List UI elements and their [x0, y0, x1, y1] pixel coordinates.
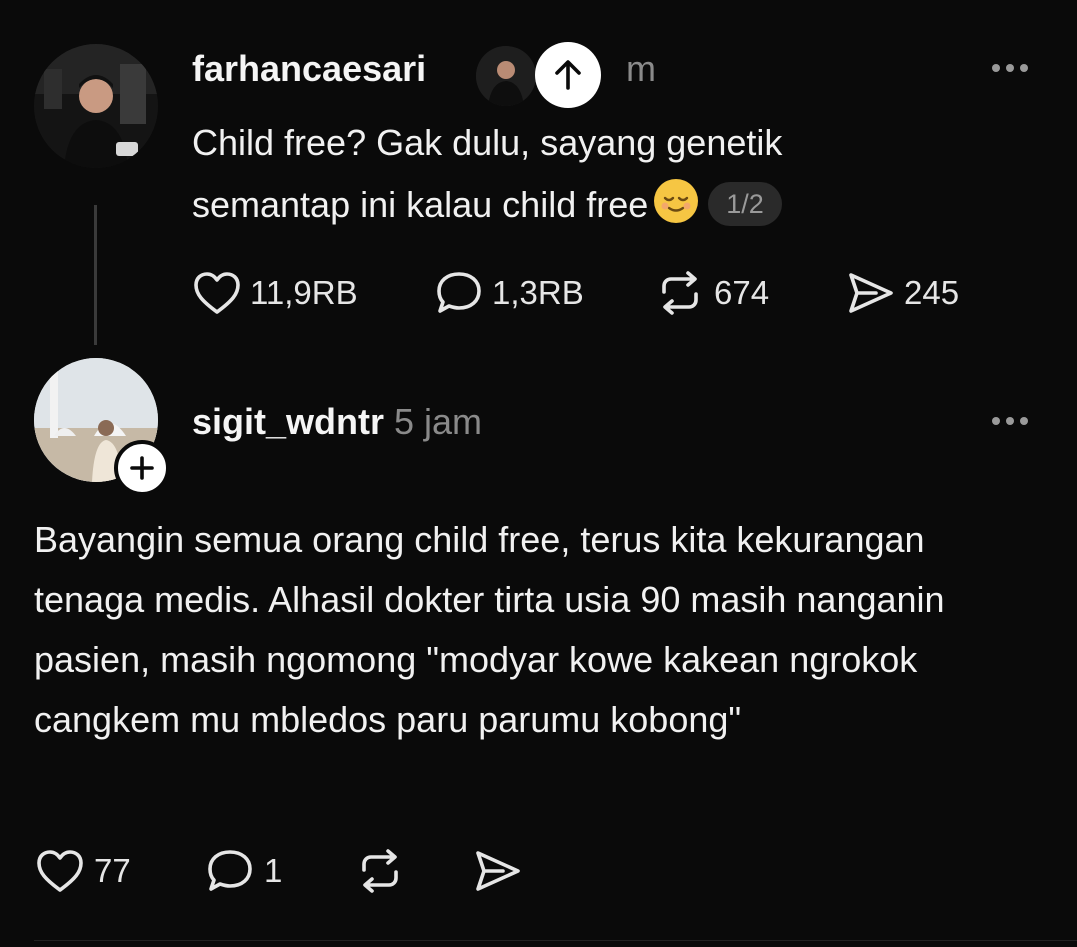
post-more-button[interactable]	[990, 50, 1030, 81]
divider	[34, 940, 1077, 941]
send-icon	[849, 273, 893, 313]
reply-repost-button[interactable]	[354, 848, 406, 894]
reply-header: sigit_wdntr 5 jam	[192, 401, 482, 443]
relieved-face-emoji-icon	[654, 179, 699, 223]
post-repost-count: 674	[714, 274, 770, 311]
post-repost-button[interactable]: 674	[654, 270, 769, 316]
more-horizontal-icon	[992, 64, 1028, 72]
comment-bubble-icon	[208, 850, 252, 891]
comment-bubble-icon	[437, 272, 481, 313]
follow-button[interactable]	[114, 440, 170, 496]
post-comment-button[interactable]: 1,3RB	[434, 270, 584, 316]
post-comment-count: 1,3RB	[492, 274, 584, 311]
post-time: m	[626, 48, 656, 89]
arrow-up-icon	[555, 60, 581, 90]
send-icon	[476, 851, 520, 891]
reply-comment-button[interactable]: 1	[204, 848, 282, 894]
post-share-button[interactable]: 245	[846, 270, 959, 316]
post-share-count: 245	[904, 274, 960, 311]
post-like-button[interactable]: 11,9RB	[192, 270, 358, 316]
reply-like-count: 77	[94, 852, 131, 889]
post-like-count: 11,9RB	[250, 274, 358, 311]
avatar-farhancaesari[interactable]	[34, 44, 158, 168]
post-text-line-2: semantap ini kalau child free	[192, 184, 649, 225]
repost-icon	[662, 271, 698, 315]
post-username[interactable]: farhancaesari	[192, 48, 426, 90]
post-text-line-2-wrap: semantap ini kalau child free 1/2	[192, 174, 1012, 236]
heart-icon	[194, 272, 240, 314]
post-text: Child free? Gak dulu, sayang genetik sem…	[192, 112, 1012, 236]
thread-line	[94, 205, 97, 345]
scroll-up-button[interactable]	[535, 42, 601, 108]
reply-time: 5 jam	[394, 401, 483, 442]
page-indicator: 1/2	[708, 182, 782, 226]
mini-avatar	[476, 46, 536, 106]
reply-text: Bayangin semua orang child free, terus k…	[34, 519, 945, 740]
post-text-line-1: Child free? Gak dulu, sayang genetik	[192, 122, 783, 163]
reply-more-button[interactable]	[990, 403, 1030, 434]
plus-icon	[130, 456, 154, 480]
heart-icon	[37, 850, 83, 892]
reply-username[interactable]: sigit_wdntr	[192, 401, 384, 442]
reply-like-button[interactable]: 77	[34, 848, 131, 894]
reply-share-button[interactable]	[472, 848, 524, 894]
more-horizontal-icon	[992, 417, 1028, 425]
reply-comment-count: 1	[264, 852, 283, 889]
repost-icon	[362, 849, 398, 893]
